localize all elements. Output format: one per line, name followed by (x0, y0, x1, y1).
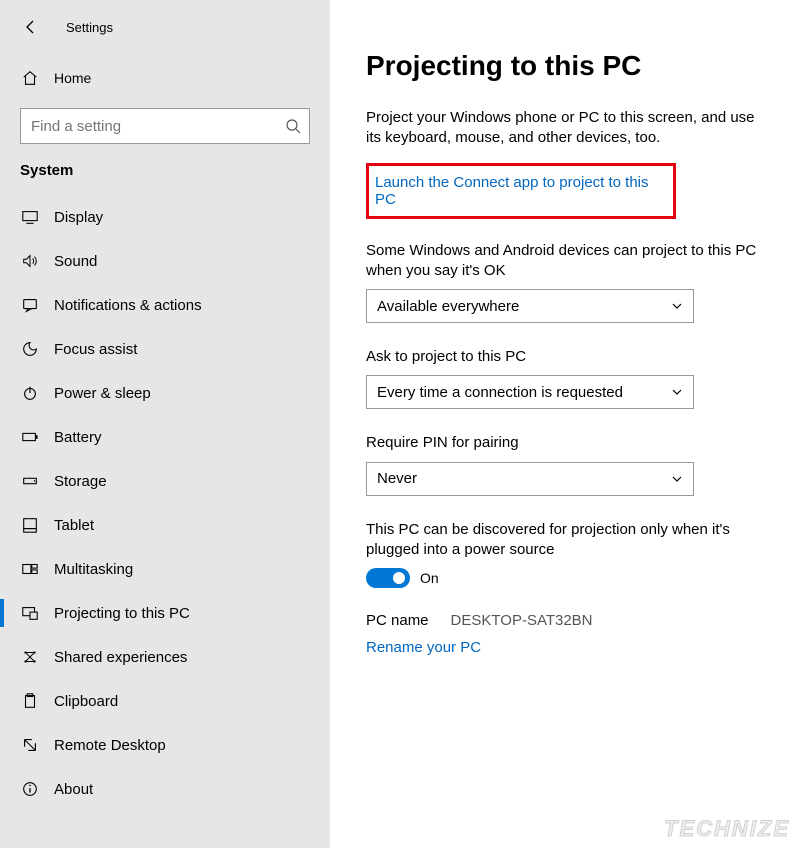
watermark: TECHNIZE (664, 816, 790, 842)
sidebar-item-battery[interactable]: Battery (0, 415, 330, 459)
sidebar-item-sound[interactable]: Sound (0, 239, 330, 283)
sidebar-item-notifications[interactable]: Notifications & actions (0, 283, 330, 327)
launch-connect-link[interactable]: Launch the Connect app to project to thi… (375, 174, 649, 208)
sidebar-home[interactable]: Home (0, 58, 330, 98)
sidebar-item-label: Display (54, 209, 103, 226)
discover-toggle[interactable] (366, 568, 410, 588)
sound-icon (20, 251, 40, 271)
sidebar-item-label: Sound (54, 253, 97, 270)
sidebar-nav: Display Sound Notifications & actions Fo… (0, 195, 330, 811)
back-button[interactable] (20, 16, 42, 38)
sidebar-item-about[interactable]: About (0, 767, 330, 811)
battery-icon (20, 427, 40, 447)
sidebar-item-clipboard[interactable]: Clipboard (0, 679, 330, 723)
availability-dropdown[interactable]: Available everywhere (366, 289, 694, 323)
sidebar-item-projecting[interactable]: Projecting to this PC (0, 591, 330, 635)
availability-label: Some Windows and Android devices can pro… (366, 241, 770, 282)
home-icon (20, 68, 40, 88)
sidebar-item-label: About (54, 781, 93, 798)
remote-icon (20, 735, 40, 755)
multitasking-icon (20, 559, 40, 579)
main-content: Projecting to this PC Project your Windo… (330, 0, 800, 848)
chevron-down-icon (671, 473, 683, 485)
sidebar-item-multitasking[interactable]: Multitasking (0, 547, 330, 591)
sidebar-item-label: Tablet (54, 517, 94, 534)
sidebar-item-label: Battery (54, 429, 102, 446)
chevron-down-icon (671, 386, 683, 398)
sidebar-item-focus-assist[interactable]: Focus assist (0, 327, 330, 371)
storage-icon (20, 471, 40, 491)
pin-label: Require PIN for pairing (366, 433, 770, 453)
chevron-down-icon (671, 300, 683, 312)
sidebar-item-label: Projecting to this PC (54, 605, 190, 622)
ask-value: Every time a connection is requested (377, 384, 623, 401)
pin-dropdown[interactable]: Never (366, 462, 694, 496)
app-title: Settings (66, 20, 113, 35)
highlight-box: Launch the Connect app to project to thi… (366, 163, 676, 219)
clipboard-icon (20, 691, 40, 711)
sidebar-item-label: Focus assist (54, 341, 137, 358)
sidebar: Settings Home System Display (0, 0, 330, 848)
search-box[interactable] (20, 108, 310, 144)
sidebar-item-power[interactable]: Power & sleep (0, 371, 330, 415)
home-label: Home (54, 70, 91, 86)
sidebar-item-shared[interactable]: Shared experiences (0, 635, 330, 679)
sidebar-item-label: Shared experiences (54, 649, 187, 666)
rename-pc-link[interactable]: Rename your PC (366, 639, 481, 656)
ask-label: Ask to project to this PC (366, 347, 770, 367)
shared-icon (20, 647, 40, 667)
pin-value: Never (377, 470, 417, 487)
display-icon (20, 207, 40, 227)
availability-value: Available everywhere (377, 298, 519, 315)
page-description: Project your Windows phone or PC to this… (366, 108, 766, 149)
tablet-icon (20, 515, 40, 535)
sidebar-category: System (0, 144, 330, 189)
pcname-label: PC name (366, 612, 429, 629)
projecting-icon (20, 603, 40, 623)
sidebar-item-label: Multitasking (54, 561, 133, 578)
sidebar-item-label: Storage (54, 473, 107, 490)
sidebar-item-label: Notifications & actions (54, 297, 202, 314)
focus-assist-icon (20, 339, 40, 359)
power-icon (20, 383, 40, 403)
sidebar-item-tablet[interactable]: Tablet (0, 503, 330, 547)
about-icon (20, 779, 40, 799)
search-icon (285, 118, 301, 134)
pcname-value: DESKTOP-SAT32BN (451, 612, 593, 629)
sidebar-item-label: Power & sleep (54, 385, 151, 402)
page-title: Projecting to this PC (366, 50, 770, 82)
discover-label: This PC can be discovered for projection… (366, 520, 770, 561)
notifications-icon (20, 295, 40, 315)
sidebar-item-remote[interactable]: Remote Desktop (0, 723, 330, 767)
sidebar-item-label: Remote Desktop (54, 737, 166, 754)
sidebar-item-label: Clipboard (54, 693, 118, 710)
sidebar-item-display[interactable]: Display (0, 195, 330, 239)
ask-dropdown[interactable]: Every time a connection is requested (366, 375, 694, 409)
discover-state: On (420, 570, 439, 586)
sidebar-item-storage[interactable]: Storage (0, 459, 330, 503)
search-input[interactable] (21, 109, 309, 143)
